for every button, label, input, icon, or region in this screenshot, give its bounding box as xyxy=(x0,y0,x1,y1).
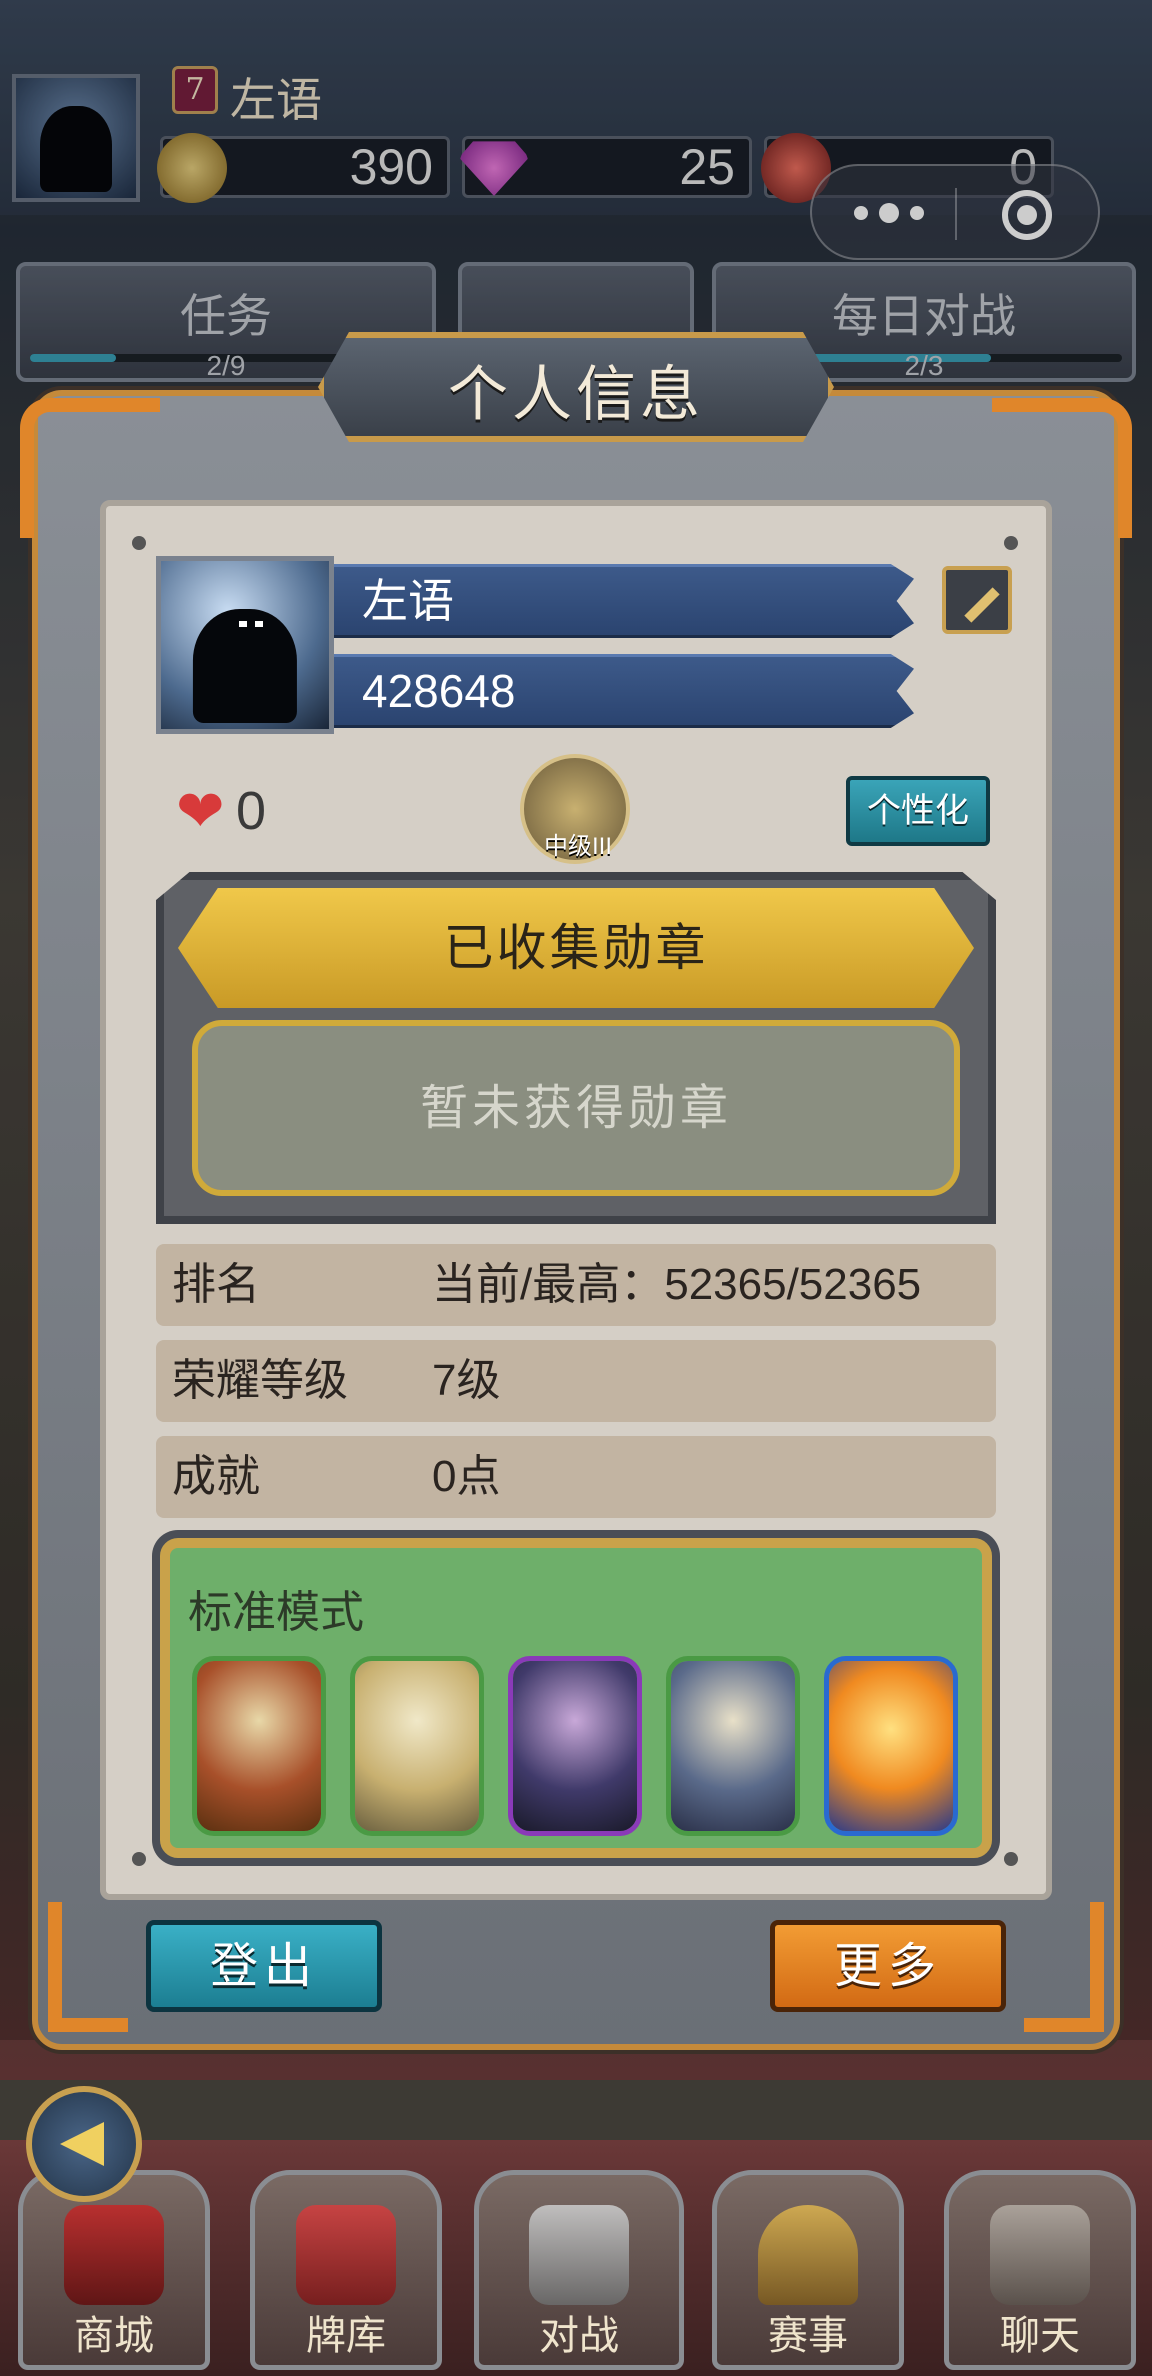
shop-chest-icon xyxy=(64,2205,164,2305)
deck-card-phoenix[interactable] xyxy=(824,1656,958,1836)
nav-battle[interactable]: 对战 xyxy=(474,2170,684,2370)
nav-cards-label: 牌库 xyxy=(306,2313,386,2359)
stat-key: 成就 xyxy=(172,1451,260,1502)
deck-card-red-armored-warrior[interactable] xyxy=(192,1656,326,1836)
cards-icon xyxy=(296,2205,396,2305)
rivet xyxy=(132,1852,146,1866)
nav-cards[interactable]: 牌库 xyxy=(250,2170,442,2370)
stat-key: 排名 xyxy=(172,1259,260,1310)
deck-card-staff-monk[interactable] xyxy=(666,1656,800,1836)
rivet xyxy=(1004,536,1018,550)
frame-corner-br xyxy=(1024,1902,1104,2032)
nav-shop[interactable]: 商城 xyxy=(18,2170,210,2370)
crossed-swords-icon xyxy=(529,2205,629,2305)
nav-battle-label: 对战 xyxy=(539,2313,619,2359)
handshake-icon xyxy=(990,2205,1090,2305)
deck-card-caped-general[interactable] xyxy=(508,1656,642,1836)
deck-card-golden-knight[interactable] xyxy=(350,1656,484,1836)
heart-icon[interactable]: ❤ xyxy=(176,782,225,840)
rivet xyxy=(132,536,146,550)
nav-events[interactable]: 赛事 xyxy=(712,2170,904,2370)
customize-button[interactable]: 个性化 xyxy=(846,776,990,846)
stat-row-rank: 排名 当前/最高：52365/52365 xyxy=(156,1244,996,1326)
rivet xyxy=(1004,1852,1018,1866)
frame-corner-bl xyxy=(48,1902,128,2032)
mode-title: 标准模式 xyxy=(188,1587,364,1638)
stat-key: 荣耀等级 xyxy=(172,1355,348,1406)
nav-events-label: 赛事 xyxy=(768,2313,848,2359)
profile-avatar[interactable] xyxy=(156,556,334,734)
stat-row-achievements: 成就 0点 xyxy=(156,1436,996,1518)
likes-count: 0 xyxy=(236,781,267,841)
medal-empty-text: 暂未获得勋章 xyxy=(192,1020,960,1196)
edit-name-button[interactable] xyxy=(942,566,1012,634)
trophy-icon xyxy=(758,2205,858,2305)
nav-shop-label: 商城 xyxy=(74,2313,154,2359)
nav-chat[interactable]: 聊天 xyxy=(944,2170,1136,2370)
rank-label: 中级III xyxy=(543,833,612,860)
pencil-icon xyxy=(964,587,1000,623)
more-button[interactable]: 更多 xyxy=(770,1920,1006,2012)
stat-value: 当前/最高：52365/52365 xyxy=(432,1260,922,1309)
stat-value: 0点 xyxy=(432,1452,501,1501)
profile-id: 428648 xyxy=(334,654,914,728)
logout-button[interactable]: 登出 xyxy=(146,1920,382,2012)
modal-title: 个人信息 xyxy=(448,360,704,430)
nav-chat-label: 聊天 xyxy=(1000,2313,1080,2359)
medal-panel-title: 已收集勋章 xyxy=(178,888,974,1008)
stat-value: 7级 xyxy=(432,1356,501,1405)
profile-name: 左语 xyxy=(334,564,914,638)
stat-row-honor-level: 荣耀等级 7级 xyxy=(156,1340,996,1422)
back-arrow-icon[interactable] xyxy=(26,2086,142,2202)
